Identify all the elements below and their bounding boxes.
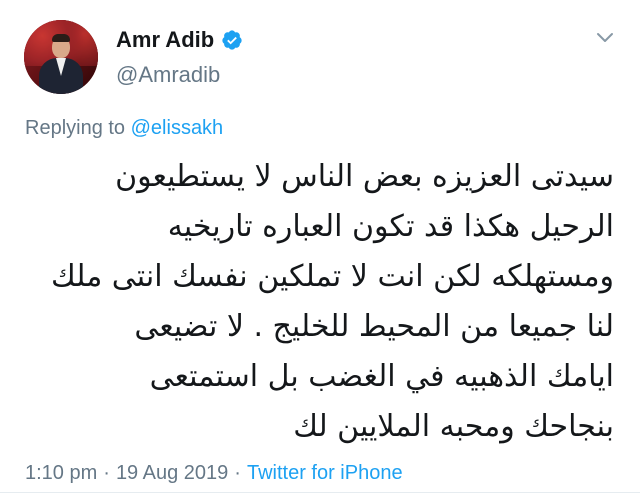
tweet-text-line: ومستهلكه لكن انت لا تملكين نفسك انتى ملك	[50, 259, 614, 294]
tweet-time[interactable]: 1:10 pm	[25, 462, 97, 484]
tweet-metadata: 1:10 pm · 19 Aug 2019 · Twitter for iPhone	[25, 459, 403, 487]
author-name-row[interactable]: Amr Adib	[116, 25, 243, 55]
tweet-text-line: لنا جميعا من المحيط للخليج . لا تضيعى	[134, 309, 614, 344]
tweet-date[interactable]: 19 Aug 2019	[116, 462, 228, 484]
tweet-text-line: سيدتى العزيزه بعض الناس لا يستطيعون	[115, 159, 614, 194]
avatar[interactable]	[24, 20, 98, 94]
reply-mention-link[interactable]: @elissakh	[131, 117, 224, 139]
replying-to: Replying to @elissakh	[25, 114, 223, 142]
author-handle[interactable]: @Amradib	[116, 60, 220, 90]
verified-badge-icon	[221, 29, 243, 51]
meta-separator: ·	[103, 462, 110, 484]
tweet-card: Amr Adib @Amradib Replying to @elissakh …	[0, 0, 640, 493]
chevron-down-icon[interactable]	[594, 26, 616, 48]
tweet-text-line: ايامك الذهبيه في الغضب بل استمتعى	[149, 359, 614, 394]
replying-to-label: Replying to	[25, 117, 126, 139]
tweet-source-link[interactable]: Twitter for iPhone	[247, 462, 403, 484]
tweet-text-line: بنجاحك ومحبه الملايين لك	[293, 409, 614, 444]
meta-separator: ·	[234, 462, 241, 484]
tweet-text-line: الرحيل هكذا قد تكون العباره تاريخيه	[167, 209, 614, 244]
tweet-text: سيدتى العزيزه بعض الناس لا يستطيعون الرح…	[24, 152, 614, 452]
author-display-name[interactable]: Amr Adib	[116, 25, 214, 55]
